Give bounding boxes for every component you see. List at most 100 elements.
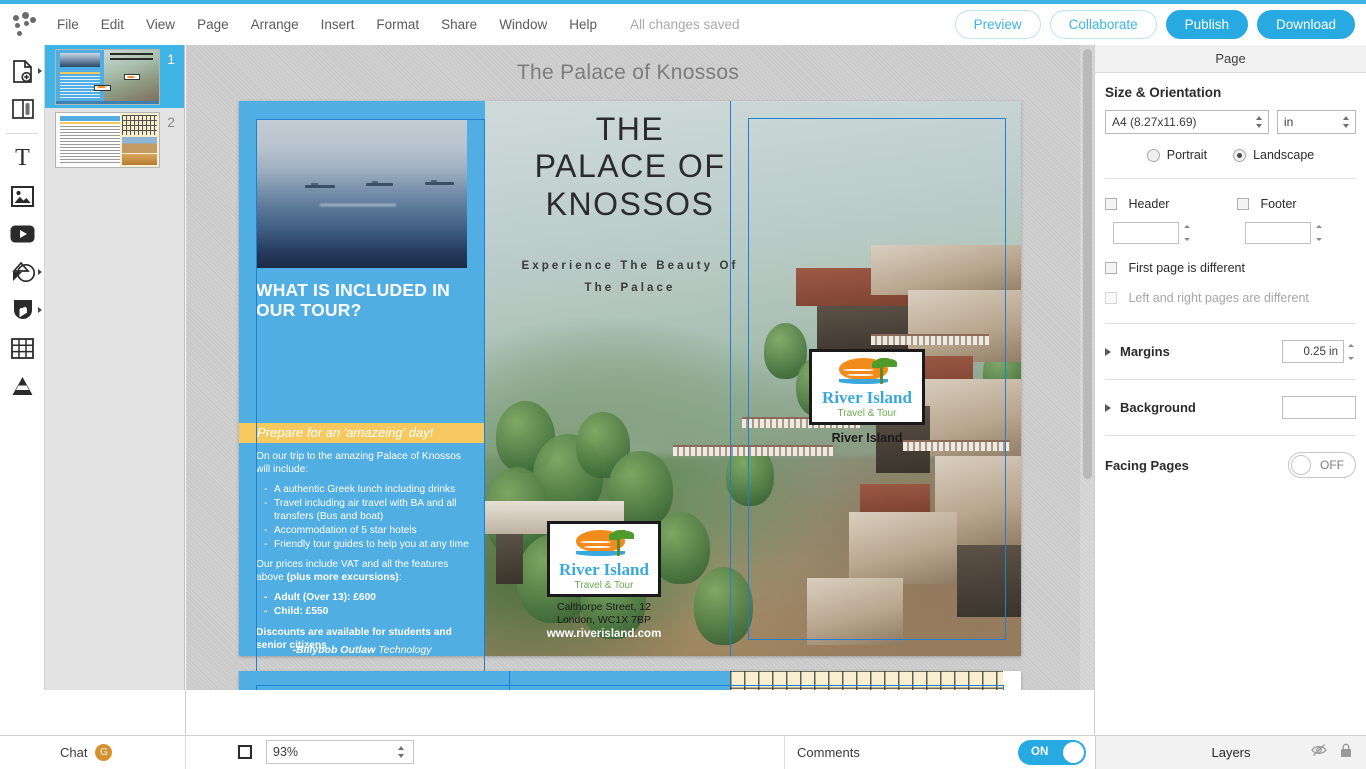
page-thumbnail-2[interactable]: 2 [45, 108, 185, 171]
zoom-input[interactable]: 93% [266, 740, 414, 764]
header-value-input[interactable] [1113, 222, 1179, 244]
comments-section: Comments ON [784, 736, 1095, 769]
background-row[interactable]: Background [1105, 396, 1356, 419]
river-island-logo-secondary[interactable]: River Island Travel & Tour [547, 521, 661, 597]
divider [1105, 323, 1356, 324]
paper-size-select[interactable]: A4 (8.27x11.69) [1105, 110, 1269, 134]
list-item: Adult (Over 13): £600 [274, 591, 470, 604]
tour-body: On our trip to the amazing Palace of Kno… [256, 450, 470, 659]
eye-off-icon[interactable] [1311, 743, 1327, 762]
page-number-label: 1 [167, 51, 175, 67]
footer-stepper[interactable] [1316, 224, 1324, 242]
first-page-different-group[interactable]: First page is different [1105, 259, 1356, 277]
cover-subtitle-line-1: Experience The Beauty Of [487, 256, 773, 278]
layers-label: Layers [1211, 745, 1250, 760]
units-select[interactable]: in [1277, 110, 1356, 134]
divider [1105, 379, 1356, 380]
tour-intro: On our trip to the amazing Palace of Kno… [256, 450, 470, 476]
left-right-different-checkbox [1105, 292, 1117, 304]
address-line-2: London, WC1X 7BP [539, 614, 669, 627]
menu-share[interactable]: Share [430, 4, 488, 45]
menu-file[interactable]: File [46, 4, 90, 45]
menu-view[interactable]: View [135, 4, 186, 45]
page-thumbnail-1-preview [55, 49, 160, 105]
footer-checkbox-group[interactable]: Footer [1237, 195, 1297, 213]
menu-arrange[interactable]: Arrange [240, 4, 310, 45]
table-tool-icon[interactable] [0, 329, 45, 367]
layout-columns-icon[interactable] [0, 90, 45, 128]
background-color-swatch[interactable] [1282, 396, 1356, 419]
video-tool-icon[interactable] [0, 215, 45, 253]
menu-insert[interactable]: Insert [310, 4, 366, 45]
image-tool-icon[interactable] [0, 177, 45, 215]
collaborate-button[interactable]: Collaborate [1050, 10, 1157, 39]
units-value: in [1284, 115, 1293, 129]
menu-page[interactable]: Page [186, 4, 240, 45]
list-item: Accommodation of 5 star hotels [274, 524, 470, 537]
margins-row[interactable]: Margins 0.25 in [1105, 340, 1356, 363]
orientation-portrait-radio[interactable]: Portrait [1147, 148, 1207, 162]
tour-banner-text: Prepare for an 'amazeing' day! [257, 425, 433, 440]
comments-toggle[interactable]: ON [1018, 740, 1086, 765]
page-thumbnail-1[interactable]: 1 [45, 45, 185, 108]
chevron-right-icon[interactable] [1105, 404, 1111, 412]
tour-prices-intro: Our prices include VAT and all the featu… [256, 558, 470, 584]
facing-pages-state: OFF [1320, 458, 1344, 472]
size-units-row: A4 (8.27x11.69) in [1105, 110, 1356, 134]
orientation-radio-group: Portrait Landscape [1105, 148, 1356, 162]
canvas-vertical-scroll-thumb[interactable] [1083, 49, 1092, 479]
facing-pages-toggle[interactable]: OFF [1288, 452, 1356, 478]
orientation-landscape-radio[interactable]: Landscape [1233, 148, 1314, 162]
download-button[interactable]: Download [1257, 10, 1355, 39]
header-footer-inputs-row [1105, 222, 1356, 244]
header-checkbox-group[interactable]: Header [1105, 195, 1237, 213]
orientation-portrait-label: Portrait [1167, 148, 1207, 162]
river-island-logo-primary[interactable]: River Island Travel & Tour [809, 349, 925, 425]
prices-intro-plain-end: : [399, 572, 402, 583]
app-logo-icon[interactable] [0, 4, 46, 45]
sea-photo [257, 119, 467, 268]
google-drive-icon[interactable] [0, 367, 45, 405]
add-page-icon[interactable] [0, 52, 45, 90]
footer-value-input[interactable] [1245, 222, 1311, 244]
save-status-text: All changes saved [630, 17, 740, 32]
properties-panel-title: Page [1095, 45, 1366, 73]
chevron-right-icon[interactable] [1105, 348, 1111, 356]
avatar[interactable]: G [95, 744, 112, 761]
document-page-1[interactable]: THE PALACE OF KNOSSOS Experience The Bea… [239, 101, 1021, 656]
list-item: Friendly tour guides to help you at any … [274, 538, 470, 551]
text-tool-icon[interactable]: T [0, 139, 45, 177]
tour-includes-list: A authentic Greek lunch including drinks… [256, 483, 470, 551]
layers-bar[interactable]: Layers [1095, 736, 1366, 769]
zoom-stepper[interactable] [398, 745, 405, 759]
canvas-vertical-scrollbar[interactable] [1080, 45, 1094, 735]
canvas-area[interactable]: The Palace of Knossos [186, 45, 1094, 735]
menu-window[interactable]: Window [488, 4, 558, 45]
pages-panel[interactable]: 1 2 [45, 45, 185, 735]
menu-format[interactable]: Format [365, 4, 430, 45]
logo-name: River Island [559, 560, 649, 580]
fit-to-page-icon[interactable] [238, 745, 252, 759]
header-stepper[interactable] [1184, 224, 1192, 242]
preview-button[interactable]: Preview [955, 10, 1041, 39]
divider [1105, 435, 1356, 436]
margins-value-input[interactable]: 0.25 in [1282, 340, 1344, 363]
menu-edit[interactable]: Edit [90, 4, 135, 45]
shape-tool-icon[interactable] [0, 253, 45, 291]
lock-icon[interactable] [1340, 743, 1352, 763]
menu-help[interactable]: Help [558, 4, 608, 45]
page-thumbnail-2-preview [55, 112, 160, 168]
header-checkbox[interactable] [1105, 198, 1117, 210]
orientation-landscape-label: Landscape [1253, 148, 1314, 162]
tour-info-panel: WHAT IS INCLUDED IN OUR TOUR? Prepare fo… [239, 101, 485, 656]
chat-button[interactable]: Chat G [46, 736, 186, 769]
tool-rail: T [0, 45, 45, 768]
facing-pages-row: Facing Pages OFF [1105, 452, 1356, 478]
left-right-different-label: Left and right pages are different [1128, 291, 1308, 305]
interactive-tool-icon[interactable] [0, 291, 45, 329]
margins-stepper[interactable] [1348, 343, 1356, 361]
publish-button[interactable]: Publish [1166, 10, 1248, 39]
toggle-knob [1063, 742, 1084, 763]
first-page-different-checkbox[interactable] [1105, 262, 1117, 274]
footer-checkbox[interactable] [1237, 198, 1249, 210]
